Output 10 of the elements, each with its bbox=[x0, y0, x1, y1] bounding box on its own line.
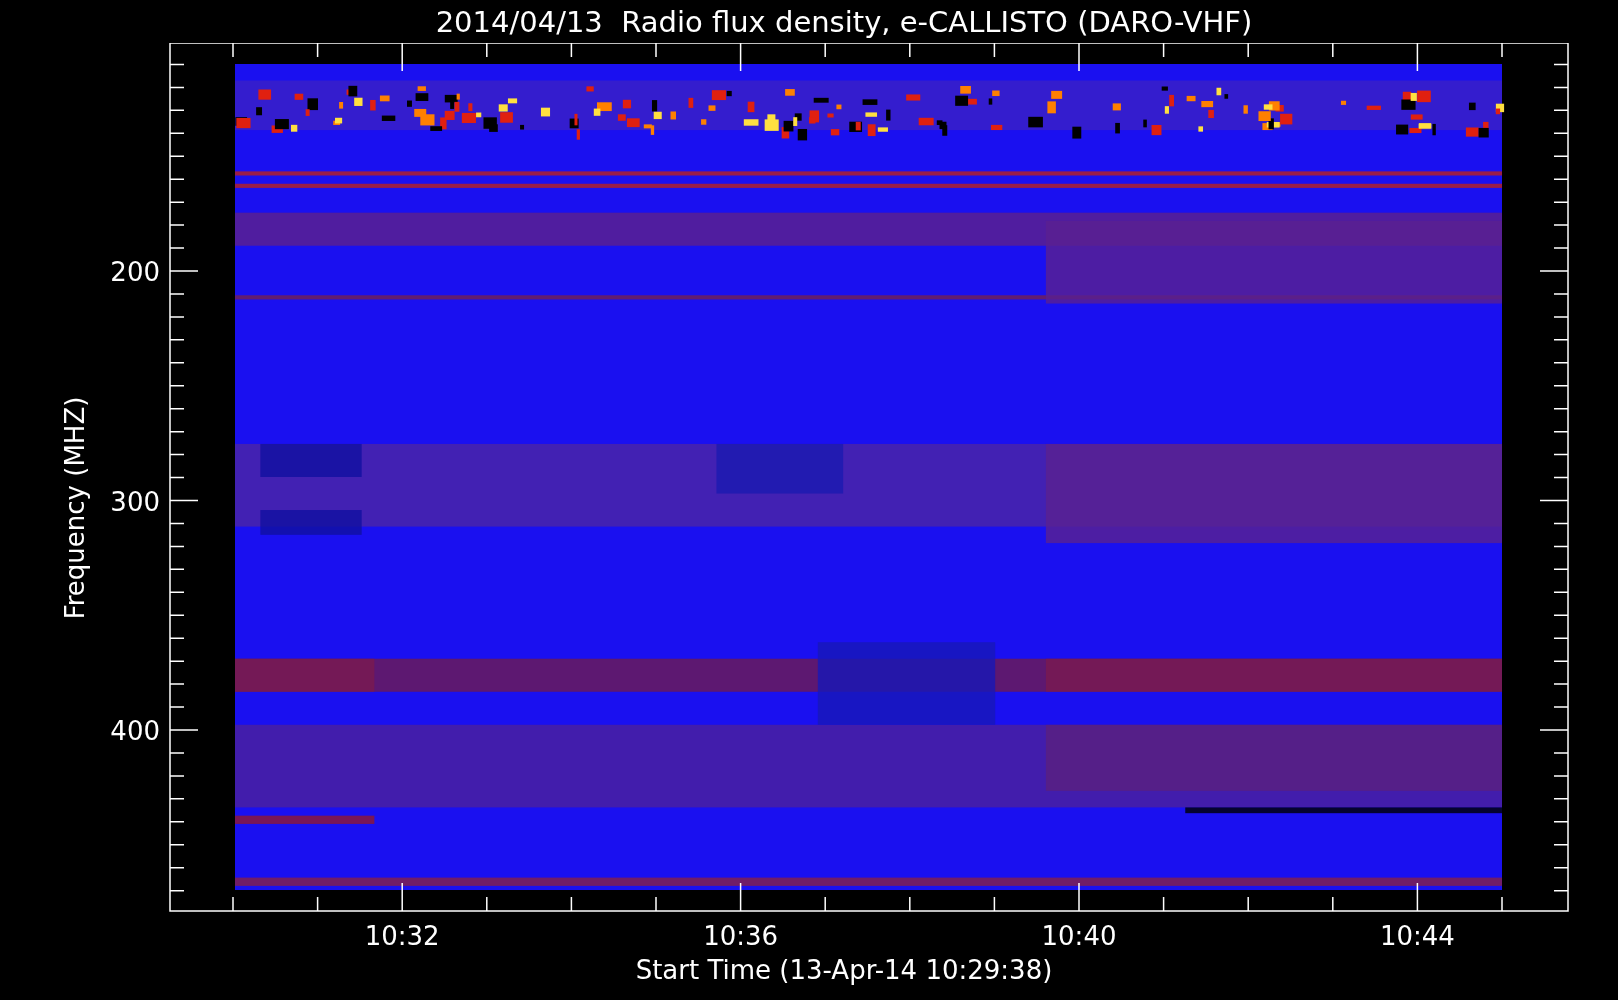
plot-title: 2014/04/13 Radio flux density, e-CALLISTO (DARO-VHF) bbox=[434, 3, 1254, 41]
x-tick-label: 10:32 bbox=[364, 921, 440, 951]
y-axis-label: Frequency (MHZ) bbox=[60, 396, 90, 620]
y-tick-label: 200 bbox=[110, 257, 160, 287]
x-tick-label: 10:36 bbox=[703, 921, 779, 951]
x-axis-label: Start Time (13-Apr-14 10:29:38) bbox=[634, 955, 1054, 985]
y-tick-label: 400 bbox=[110, 716, 160, 746]
x-tick-label: 10:40 bbox=[1041, 921, 1117, 951]
y-tick-label: 300 bbox=[110, 486, 160, 517]
x-tick-label: 10:44 bbox=[1379, 921, 1455, 951]
